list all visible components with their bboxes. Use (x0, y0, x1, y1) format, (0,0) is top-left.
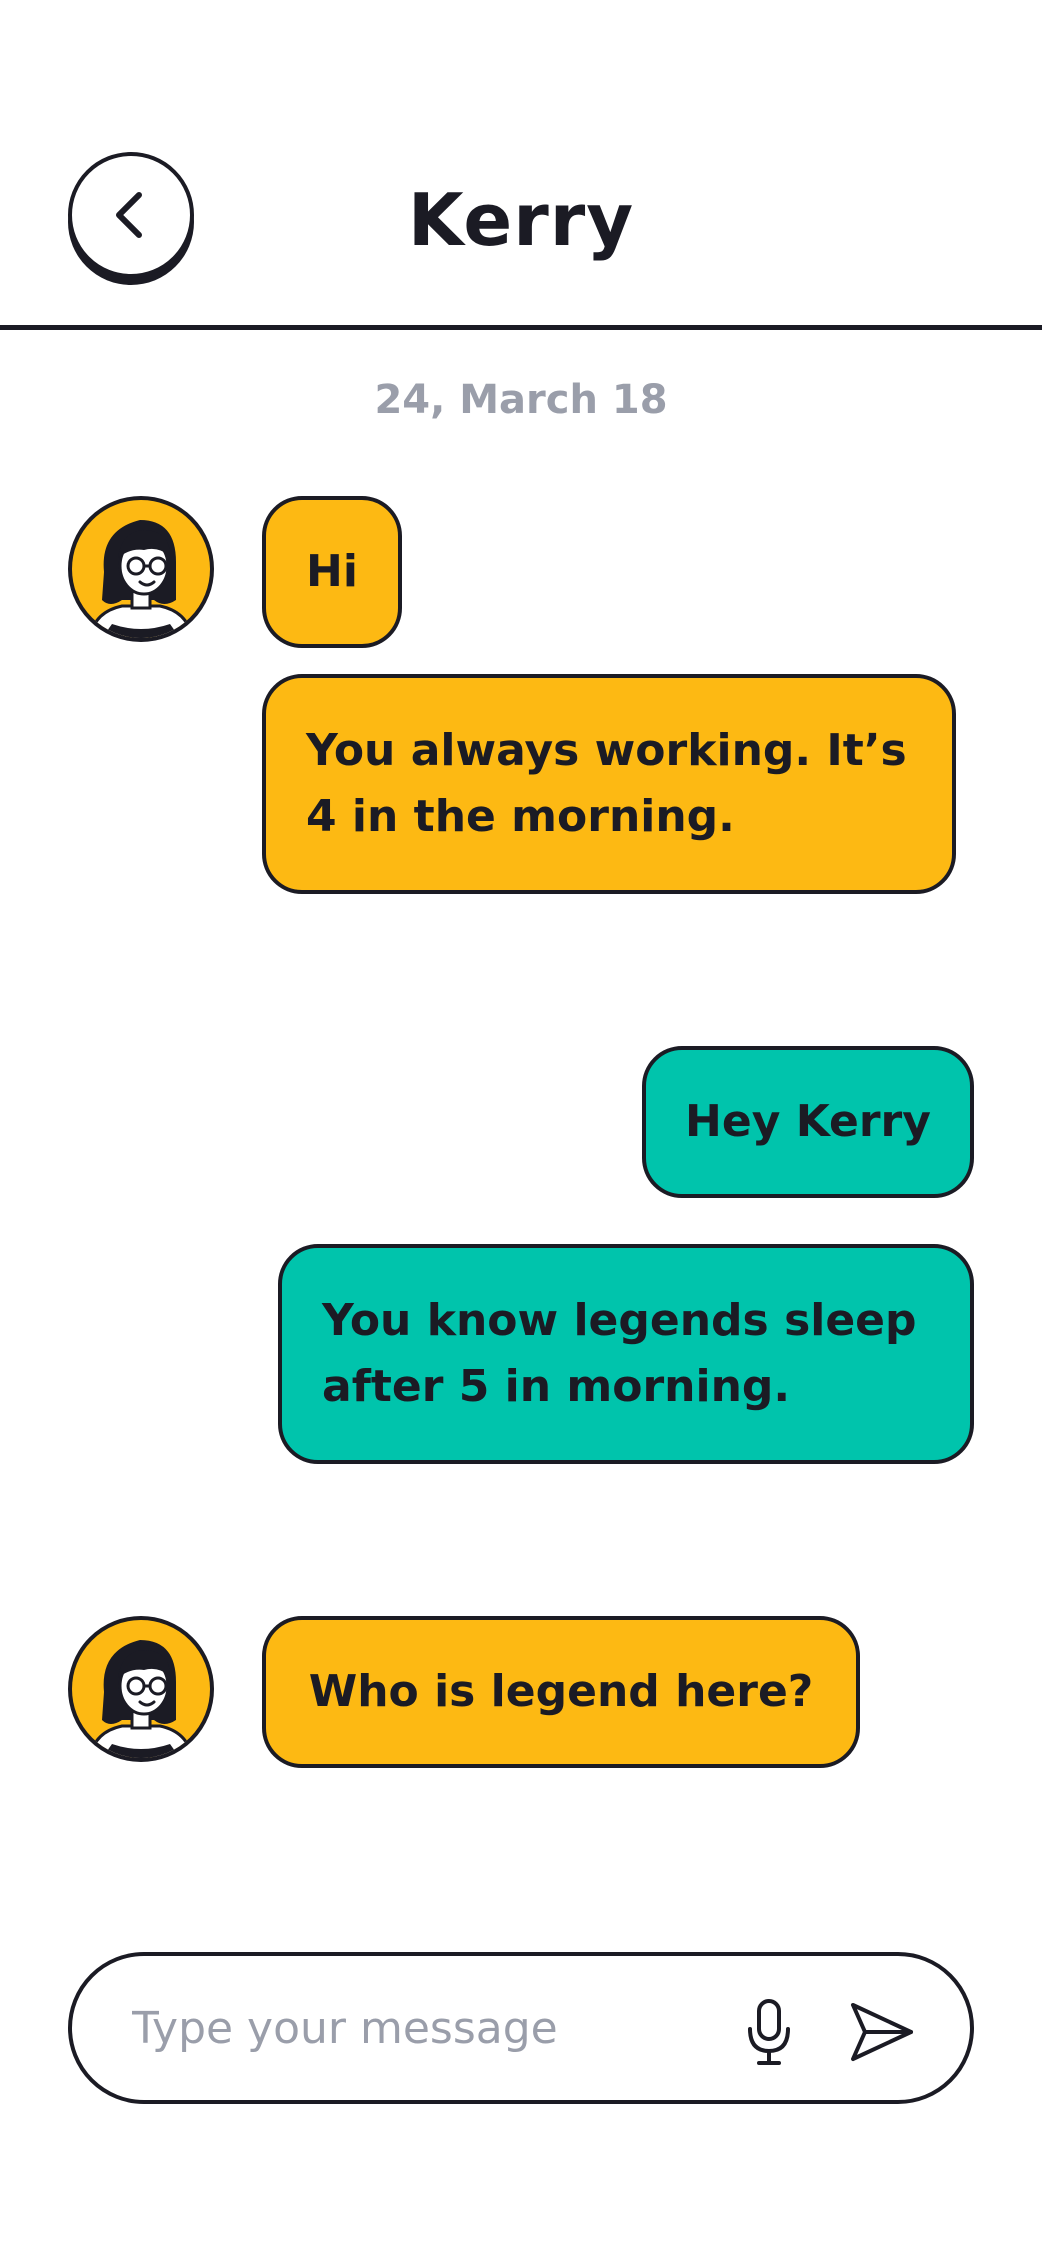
contact-avatar (68, 1616, 214, 1762)
contact-name-title: Kerry (407, 178, 635, 262)
incoming-message-bubble: Hi (262, 496, 402, 648)
incoming-message-bubble: You always working. It’s 4 in the mornin… (262, 674, 956, 894)
message-text: You know legends sleep after 5 in mornin… (322, 1295, 917, 1412)
contact-avatar (68, 496, 214, 642)
woman-with-glasses-icon (88, 520, 194, 638)
message-text: You always working. It’s 4 in the mornin… (306, 725, 907, 842)
outgoing-message-bubble: You know legends sleep after 5 in mornin… (278, 1244, 974, 1464)
microphone-button[interactable] (734, 1996, 804, 2068)
incoming-message-bubble: Who is legend here? (262, 1616, 860, 1768)
woman-with-glasses-icon (88, 1640, 194, 1758)
message-text: Hey Kerry (685, 1096, 931, 1147)
message-text: Hi (306, 546, 358, 597)
microphone-icon (748, 1999, 790, 2065)
send-button[interactable] (840, 1996, 924, 2068)
outgoing-message-bubble: Hey Kerry (642, 1046, 974, 1198)
message-composer (68, 1952, 974, 2104)
message-text: Who is legend here? (308, 1666, 814, 1717)
date-separator: 24, March 18 (374, 377, 668, 423)
message-input[interactable] (132, 1992, 692, 2064)
send-icon (851, 2003, 913, 2061)
chat-header: Kerry (0, 0, 1042, 330)
